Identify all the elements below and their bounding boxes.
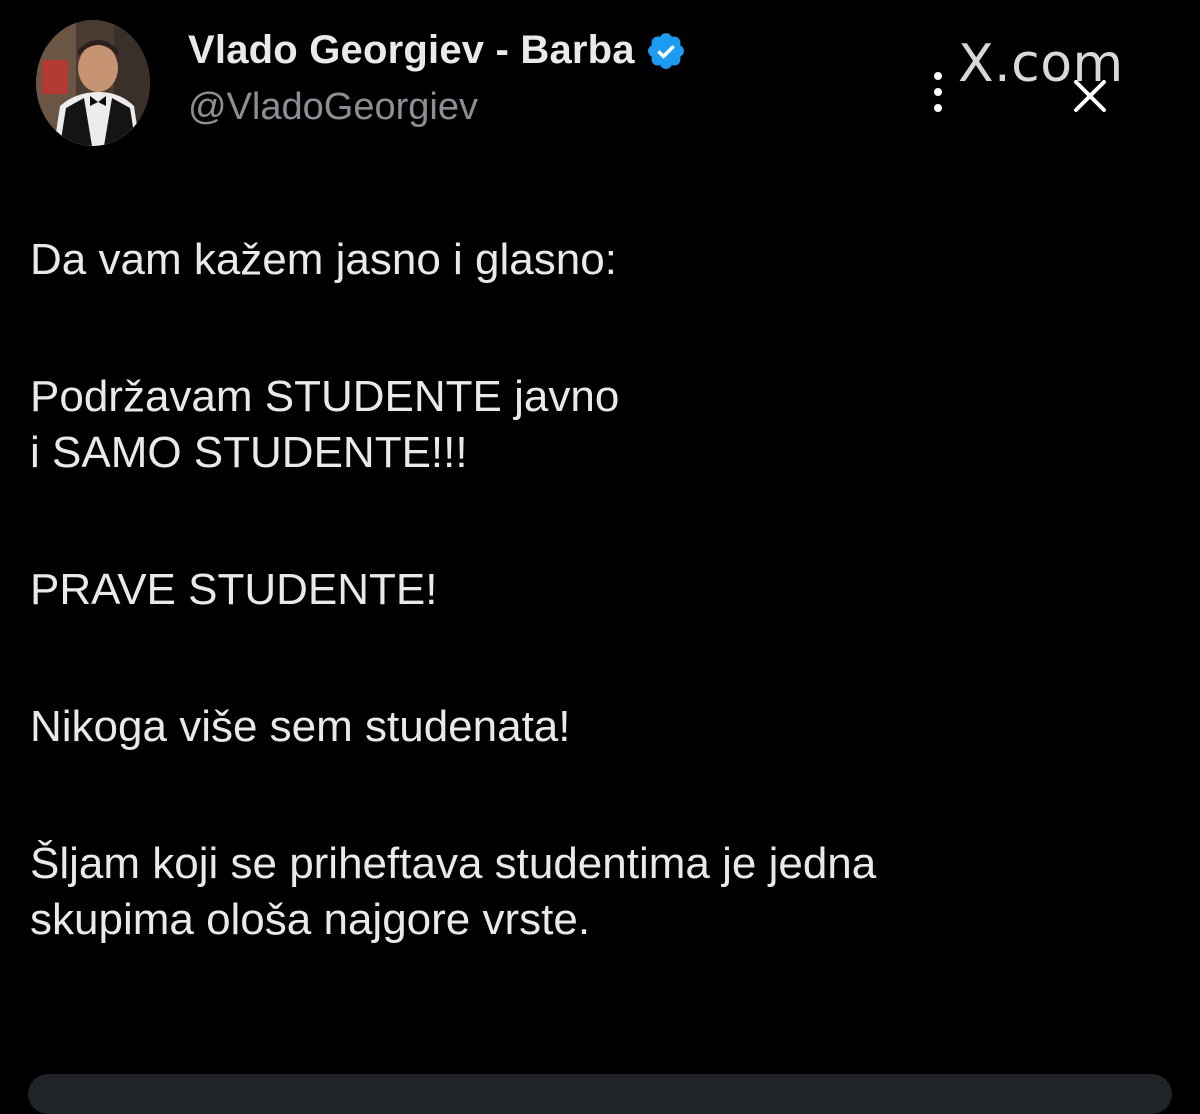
- post-paragraph: Šljam koji se priheftava studentima je j…: [30, 839, 877, 888]
- author-handle[interactable]: @VladoGeorgiev: [188, 86, 478, 129]
- bottom-action-bar[interactable]: [28, 1074, 1172, 1114]
- author-display-name[interactable]: Vlado Georgiev - Barba: [188, 28, 635, 73]
- post-card: Vlado Georgiev - Barba @VladoGeorgiev X.…: [0, 0, 1200, 1114]
- post-paragraph: Da vam kažem jasno i glasno:: [30, 235, 617, 284]
- post-text: Da vam kažem jasno i glasno: Podržavam S…: [30, 232, 1170, 948]
- post-paragraph: Podržavam STUDENTE javno: [30, 372, 620, 421]
- close-icon: [1074, 80, 1106, 112]
- vertical-ellipsis-icon: [934, 72, 942, 80]
- more-options-button[interactable]: [924, 70, 952, 114]
- avatar-photo: [36, 20, 150, 146]
- post-paragraph: Nikoga više sem studenata!: [30, 702, 571, 751]
- verified-badge-icon: [645, 30, 687, 72]
- post-paragraph: PRAVE STUDENTE!: [30, 565, 438, 614]
- author-name-row[interactable]: Vlado Georgiev - Barba: [188, 28, 687, 73]
- avatar[interactable]: [36, 20, 150, 146]
- post-paragraph: i SAMO STUDENTE!!!: [30, 428, 468, 477]
- post-paragraph: skupima ološa najgore vrste.: [30, 895, 591, 944]
- close-button[interactable]: [1070, 76, 1110, 116]
